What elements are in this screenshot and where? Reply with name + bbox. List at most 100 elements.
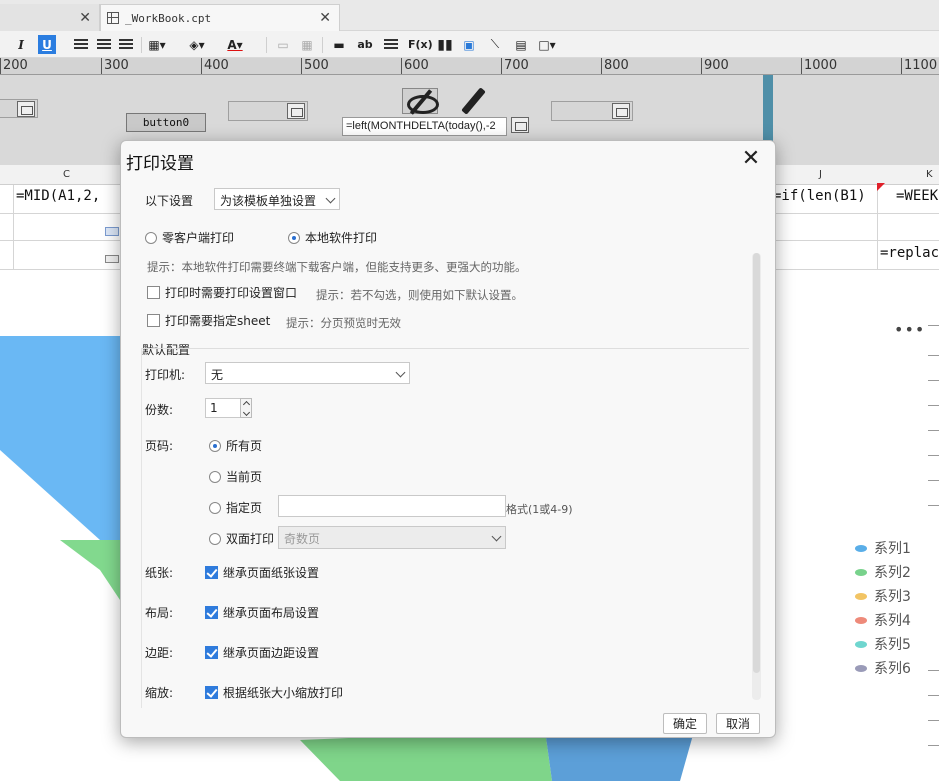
sub-report-icon[interactable]: ▤ <box>512 35 530 54</box>
bar-chart-icon[interactable]: ▮▮ <box>436 35 454 54</box>
cell-k-formula[interactable]: =WEEK <box>896 188 938 204</box>
ok-button[interactable]: 确定 <box>663 713 707 734</box>
ruler-tick-label: 400 <box>204 58 229 73</box>
checkbox-need-dialog[interactable]: 打印时需要打印设置窗口 <box>147 284 297 301</box>
copies-label: 份数: <box>145 403 174 417</box>
align-center-icon[interactable] <box>95 35 113 54</box>
date-widget[interactable] <box>228 101 308 121</box>
checkbox-checked-icon <box>205 646 218 659</box>
close-tab-icon[interactable]: ✕ <box>79 10 91 26</box>
radio-all-pages[interactable]: 所有页 <box>209 437 262 454</box>
copies-stepper[interactable] <box>240 398 252 418</box>
radio-duplex[interactable]: 双面打印 <box>209 530 274 547</box>
edit-pen-icon[interactable] <box>458 88 488 116</box>
radio-specified-pages[interactable]: 指定页 <box>209 499 262 516</box>
page-format-hint: 格式(1或4-9) <box>506 503 573 516</box>
text-field-icon[interactable]: ▬ <box>330 35 348 54</box>
paragraph-icon[interactable] <box>382 35 400 54</box>
radio-icon <box>209 501 221 514</box>
ruler-tick-label: 1100 <box>904 58 938 73</box>
scale-label: 缩放: <box>145 686 174 700</box>
merge-cells-icon[interactable]: ▭ <box>274 35 292 54</box>
legend-item[interactable]: 系列5 <box>855 634 911 654</box>
radio-label: 所有页 <box>226 439 263 453</box>
tab-label: _WorkBook.cpt <box>125 11 212 25</box>
checkbox-need-sheet[interactable]: 打印需要指定sheet <box>147 312 270 329</box>
radio-zero-client[interactable]: 零客户端打印 <box>145 229 234 246</box>
duplex-select[interactable]: 奇数页 <box>278 526 506 549</box>
align-left-icon[interactable] <box>72 35 90 54</box>
ruler-tick-label: 300 <box>104 58 129 73</box>
button0-widget[interactable]: button0 <box>126 113 206 132</box>
copies-input[interactable]: 1 <box>205 398 241 418</box>
calendar-icon[interactable] <box>287 103 305 119</box>
ruler-tick-label: 800 <box>604 58 629 73</box>
radio-icon <box>209 470 221 483</box>
checkbox-label: 根据纸张大小缩放打印 <box>223 686 344 700</box>
image-icon[interactable]: ▣ <box>460 35 478 54</box>
hidden-eye-icon[interactable] <box>402 88 439 114</box>
pages-label: 页码: <box>145 439 174 453</box>
slash-icon[interactable]: ⟍ <box>486 35 504 54</box>
calendar-icon[interactable] <box>511 117 529 133</box>
fill-color-icon[interactable]: ◈▾ <box>188 35 206 54</box>
checkbox-label: 继承页面边距设置 <box>223 646 320 660</box>
printer-label: 打印机: <box>145 368 186 382</box>
settings-label: 以下设置 <box>145 194 194 208</box>
split-cells-icon[interactable]: ▦ <box>298 35 316 54</box>
legend-swatch-icon <box>855 640 867 648</box>
tab-workbook[interactable]: _WorkBook.cpt ✕ <box>100 4 340 31</box>
italic-button[interactable]: I <box>12 35 30 54</box>
cancel-button[interactable]: 取消 <box>716 713 760 734</box>
column-c[interactable]: C <box>63 169 70 180</box>
close-icon[interactable]: ✕ <box>740 148 762 170</box>
dropdown-icon[interactable] <box>17 101 35 117</box>
cell-border-icon[interactable]: □▾ <box>538 35 556 54</box>
checkbox-label: 打印需要指定sheet <box>165 314 271 328</box>
tab-previous[interactable]: ✕ <box>0 4 100 31</box>
more-options-icon[interactable]: ••• <box>894 320 925 339</box>
radio-current-page[interactable]: 当前页 <box>209 468 262 485</box>
close-tab-icon[interactable]: ✕ <box>319 10 331 26</box>
date-widget-2[interactable] <box>551 101 633 121</box>
radio-selected-icon <box>209 439 221 452</box>
printer-select[interactable]: 无 <box>205 362 410 384</box>
ab-text-icon[interactable]: ab <box>356 35 374 54</box>
settings-scope-select[interactable]: 为该模板单独设置 <box>214 188 340 210</box>
button-cell-icon[interactable] <box>105 255 119 263</box>
checkbox-inherit-layout[interactable]: 继承页面布局设置 <box>205 604 319 621</box>
checkbox-inherit-margin[interactable]: 继承页面边距设置 <box>205 644 319 661</box>
specified-pages-input[interactable] <box>278 495 506 517</box>
column-j[interactable]: J <box>819 169 822 180</box>
scrollbar-thumb[interactable] <box>753 253 760 673</box>
column-k[interactable]: K <box>926 169 933 180</box>
legend-item[interactable]: 系列3 <box>855 586 911 606</box>
legend-item[interactable]: 系列1 <box>855 538 911 558</box>
align-right-icon[interactable] <box>117 35 135 54</box>
legend-label: 系列6 <box>874 661 911 677</box>
underline-button[interactable]: U <box>38 35 56 54</box>
formula-widget[interactable]: =left(MONTHDELTA(today(),-2 <box>342 117 507 136</box>
radio-local-software[interactable]: 本地软件打印 <box>288 229 377 246</box>
checkbox-checked-icon <box>205 566 218 579</box>
cell-j-formula[interactable]: =if(len(B1) <box>773 188 866 204</box>
legend-label: 系列3 <box>874 589 911 605</box>
dialog-scrollbar[interactable] <box>752 253 761 700</box>
checkbox-inherit-paper[interactable]: 继承页面纸张设置 <box>205 564 319 581</box>
combo-widget[interactable] <box>0 99 38 118</box>
formula-icon[interactable]: F(x) <box>408 35 433 54</box>
legend-item[interactable]: 系列6 <box>855 658 911 678</box>
checkbox-label: 继承页面纸张设置 <box>223 566 320 580</box>
cell-c-formula[interactable]: =MID(A1,2, <box>16 188 100 204</box>
legend-item[interactable]: 系列4 <box>855 610 911 630</box>
ruler-tick-label: 700 <box>504 58 529 73</box>
cell-k2-formula[interactable]: =replac <box>880 245 939 261</box>
radio-label: 本地软件打印 <box>305 231 378 245</box>
calendar-icon[interactable] <box>612 103 630 119</box>
legend-item[interactable]: 系列2 <box>855 562 911 582</box>
checkbox-scale-to-paper[interactable]: 根据纸张大小缩放打印 <box>205 684 343 701</box>
border-icon[interactable]: ▦▾ <box>148 35 166 54</box>
format-toolbar: I U ▦▾ ◈▾ A▾ ▭ ▦ ▬ ab F(x) ▮▮ ▣ ⟍ ▤ □▾ <box>0 31 939 58</box>
font-color-icon[interactable]: A▾ <box>226 35 244 54</box>
combo-cell-icon[interactable] <box>105 227 119 236</box>
